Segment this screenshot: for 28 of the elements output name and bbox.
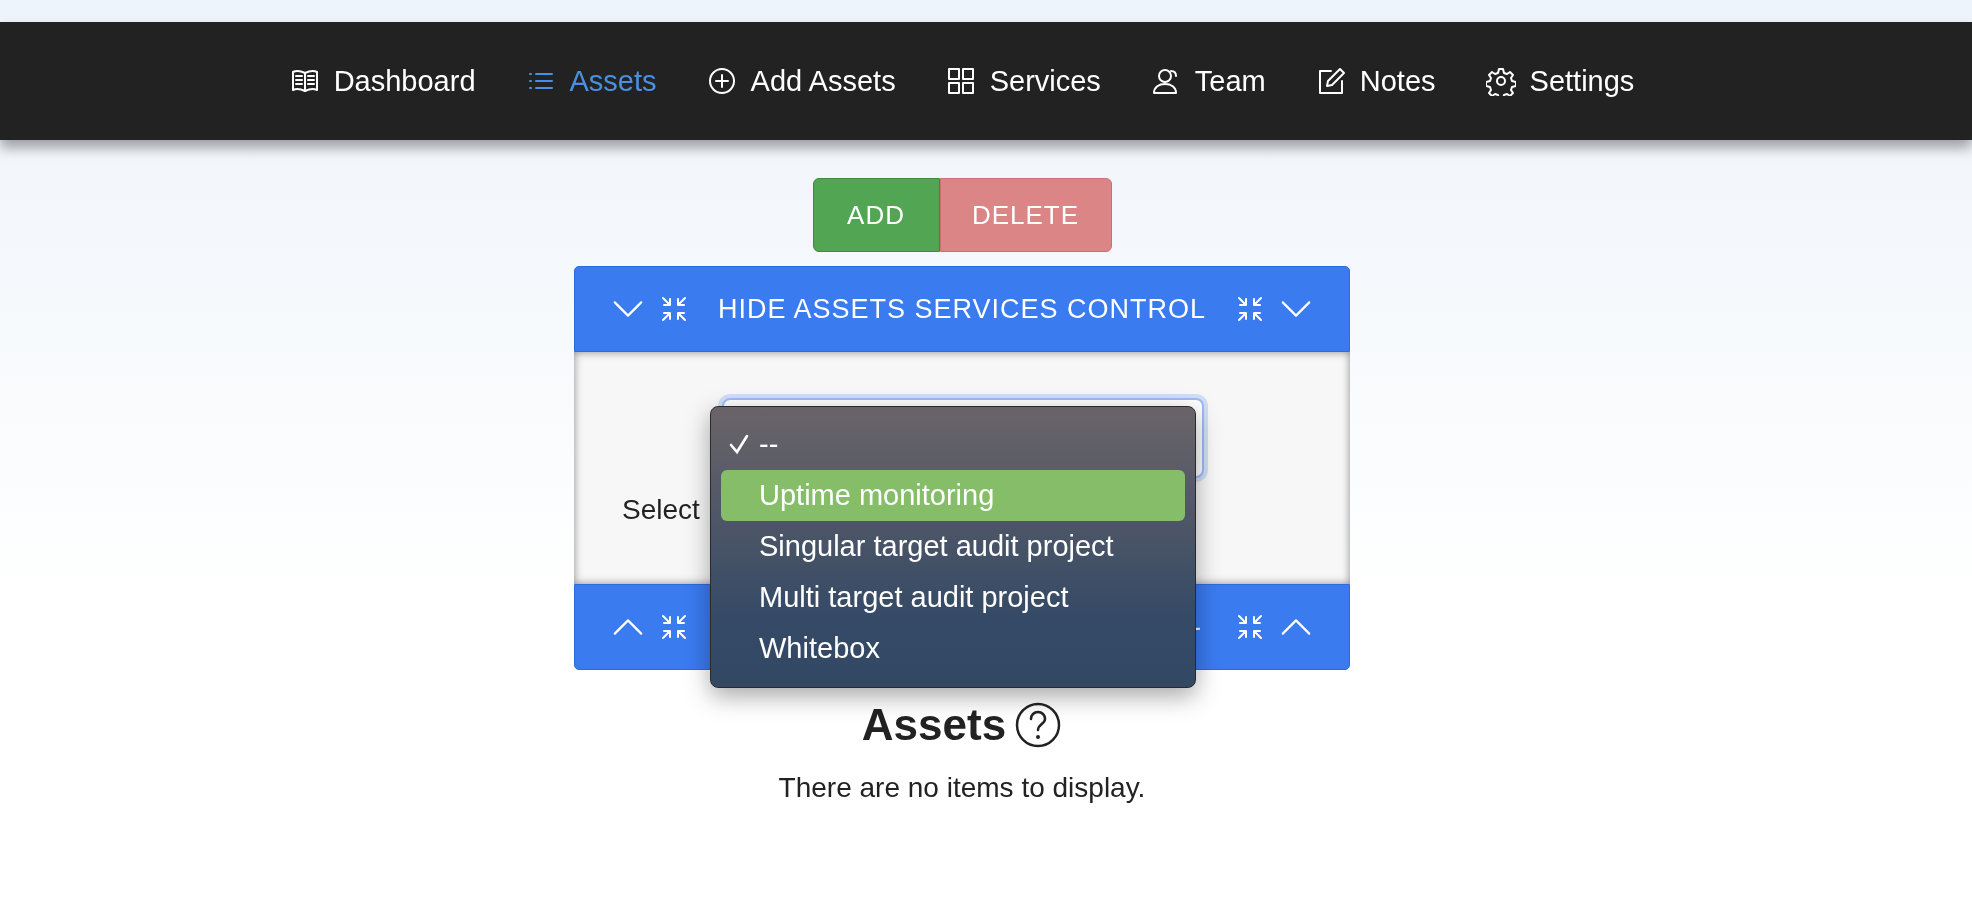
- nav-link[interactable]: Services: [945, 60, 1101, 102]
- chevron-down-icon[interactable]: [611, 298, 645, 320]
- compress-icon[interactable]: [1235, 612, 1265, 642]
- nav-link[interactable]: Assets: [525, 60, 657, 102]
- nav-link[interactable]: Dashboard: [289, 60, 476, 102]
- panel-header[interactable]: HIDE ASSETS SERVICES CONTROL: [574, 266, 1350, 352]
- section-title: Assets: [861, 700, 1007, 750]
- empty-message: There are no items to display.: [778, 772, 1146, 804]
- nav-link[interactable]: Add Assets: [706, 60, 896, 102]
- gear-icon: [1485, 66, 1516, 96]
- field-label: Select: [622, 494, 700, 526]
- dropdown-option[interactable]: Multi target audit project: [721, 572, 1185, 623]
- grid-icon: [945, 66, 976, 96]
- panel-title: HIDE ASSETS SERVICES CONTROL: [716, 293, 1208, 325]
- compress-icon[interactable]: [1235, 294, 1265, 324]
- nav-link[interactable]: Team: [1150, 60, 1266, 102]
- dropdown-option[interactable]: Singular target audit project: [721, 521, 1185, 572]
- compress-icon[interactable]: [659, 294, 689, 324]
- nav-link[interactable]: Settings: [1485, 60, 1635, 102]
- compress-icon[interactable]: [659, 612, 689, 642]
- dropdown-option[interactable]: --: [721, 419, 1185, 470]
- plus-circle-icon: [706, 66, 737, 96]
- nav-link[interactable]: Notes: [1315, 60, 1436, 102]
- chevron-down-icon[interactable]: [1279, 298, 1313, 320]
- dropdown-option[interactable]: Whitebox: [721, 623, 1185, 674]
- chevron-up-icon[interactable]: [611, 616, 645, 638]
- chevron-up-icon[interactable]: [1279, 616, 1313, 638]
- help-icon[interactable]: [1014, 701, 1063, 749]
